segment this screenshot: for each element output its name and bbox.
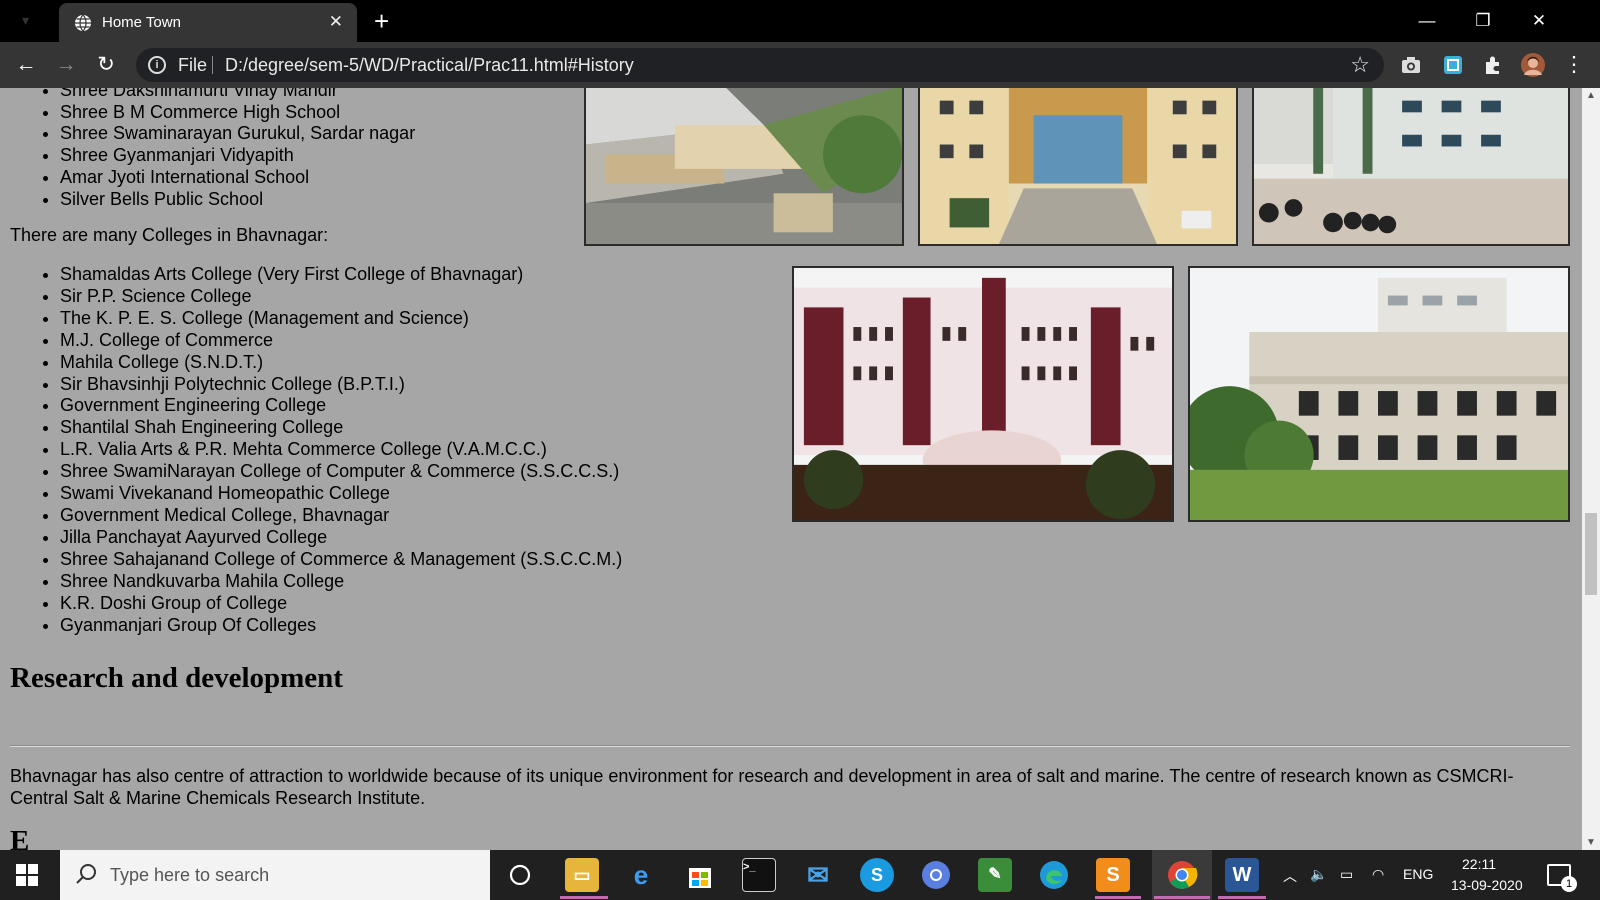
sublime-text-icon[interactable]: S	[1096, 858, 1130, 892]
research-heading: Research and development	[10, 662, 343, 694]
web-page: Shree Dakshinamurti Vinay Mandir Shree B…	[0, 88, 1582, 850]
list-item: Gyanmanjari Group Of Colleges	[60, 615, 622, 637]
list-item: The K. P. E. S. College (Management and …	[60, 308, 622, 330]
tab-home-town[interactable]: Home Town ✕	[59, 3, 357, 42]
list-item: Shree Swaminarayan Gurukul, Sardar nagar	[60, 123, 415, 145]
college-campus-photo	[1188, 266, 1570, 522]
schools-list: Shree Dakshinamurti Vinay Mandir Shree B…	[60, 88, 415, 210]
taskbar-search-input[interactable]: Type here to search	[60, 850, 490, 900]
active-indicator	[1154, 896, 1210, 899]
research-paragraph: Bhavnagar has also centre of attraction …	[10, 766, 1514, 808]
list-item: Shree SwamiNarayan College of Computer &…	[60, 461, 622, 483]
list-item: Shamaldas Arts College (Very First Colle…	[60, 264, 622, 286]
profile-avatar[interactable]	[1520, 52, 1546, 78]
list-item: L.R. Valia Arts & P.R. Mehta Commerce Co…	[60, 439, 622, 461]
list-item: Shree Sahajanand College of Commerce & M…	[60, 549, 622, 571]
edge-icon[interactable]	[1037, 858, 1071, 892]
volume-icon[interactable]: 🔈	[1310, 866, 1327, 883]
list-item: Swami Vivekanand Homeopathic College	[60, 483, 622, 505]
word-icon[interactable]: W	[1225, 858, 1259, 892]
list-item: Shree Gyanmanjari Vidyapith	[60, 145, 415, 167]
microsoft-store-icon[interactable]	[683, 858, 717, 892]
forward-button[interactable]: →	[52, 51, 80, 79]
tab-close-icon[interactable]: ✕	[329, 12, 343, 32]
scroll-up-arrow-icon[interactable]: ▲	[1586, 90, 1596, 101]
file-explorer-icon[interactable]: ▭	[565, 858, 599, 892]
list-item: Mahila College (S.N.D.T.)	[60, 352, 622, 374]
address-separator	[212, 56, 213, 74]
windows-taskbar: Type here to search ▭ e >_ ✉ S ✎ S W ︿ 🔈…	[0, 850, 1600, 900]
new-tab-button[interactable]: +	[374, 6, 389, 37]
list-item: Jilla Panchayat Aayurved College	[60, 527, 622, 549]
list-item: Shree Nandkuvarba Mahila College	[60, 571, 622, 593]
wifi-icon[interactable]: ◠	[1372, 866, 1384, 883]
active-indicator	[1218, 896, 1266, 899]
screenshot-extension-icon[interactable]	[1440, 52, 1466, 78]
list-item: Amar Jyoti International School	[60, 167, 415, 189]
browser-menu-icon[interactable]: ⋮	[1560, 51, 1588, 79]
building-entrance-photo	[918, 88, 1238, 246]
clock-time[interactable]: 22:11	[1462, 856, 1496, 872]
skype-icon[interactable]: S	[860, 858, 894, 892]
address-scheme-label: File	[178, 55, 208, 75]
list-item: Silver Bells Public School	[60, 189, 415, 211]
chrome-icon[interactable]	[1165, 858, 1199, 892]
extensions-puzzle-icon[interactable]	[1480, 52, 1506, 78]
list-item: K.R. Doshi Group of College	[60, 593, 622, 615]
college-building-photo	[792, 266, 1174, 522]
scrollbar-thumb[interactable]	[1585, 513, 1597, 595]
camera-extension-icon[interactable]	[1398, 52, 1424, 78]
scroll-down-arrow-icon[interactable]: ▼	[1586, 837, 1596, 848]
url-text[interactable]: D:/degree/sem-5/WD/Practical/Prac11.html…	[225, 55, 634, 76]
language-indicator[interactable]: ENG	[1403, 866, 1433, 882]
list-item: Sir P.P. Science College	[60, 286, 622, 308]
chromium-icon[interactable]	[919, 858, 953, 892]
bookmark-star-icon[interactable]: ☆	[1350, 52, 1370, 78]
campus-courtyard-photo	[1252, 88, 1570, 246]
command-prompt-icon[interactable]: >_	[742, 858, 776, 892]
reload-button[interactable]: ↻	[92, 51, 120, 79]
tab-search-icon[interactable]: ▾	[22, 12, 44, 30]
active-indicator	[1095, 896, 1141, 899]
globe-icon	[75, 14, 91, 32]
restore-button[interactable]: ❐	[1460, 6, 1506, 36]
horizontal-rule	[10, 745, 1570, 747]
list-item: Government Medical College, Bhavnagar	[60, 505, 622, 527]
colleges-list: Shamaldas Arts College (Very First Colle…	[60, 264, 622, 636]
cortana-icon[interactable]	[508, 863, 532, 887]
mail-icon[interactable]: ✉	[801, 858, 835, 892]
close-window-button[interactable]: ✕	[1516, 6, 1562, 36]
list-item: Government Engineering College	[60, 395, 622, 417]
list-item: M.J. College of Commerce	[60, 330, 622, 352]
internet-explorer-icon[interactable]: e	[624, 858, 658, 892]
clock-date[interactable]: 13-09-2020	[1451, 877, 1523, 893]
windows-start-icon[interactable]	[16, 864, 38, 886]
battery-icon[interactable]: ▭	[1340, 866, 1353, 883]
colleges-intro: There are many Colleges in Bhavnagar:	[10, 225, 329, 245]
search-icon	[76, 864, 96, 884]
list-item: Sir Bhavsinhji Polytechnic College (B.P.…	[60, 374, 622, 396]
school-aerial-photo	[584, 88, 904, 246]
action-center-icon[interactable]: 1	[1547, 864, 1577, 892]
show-hidden-icons-chevron-icon[interactable]: ︿	[1283, 866, 1297, 886]
tab-strip: ▾ Home Town ✕ + — ❐ ✕	[0, 0, 1600, 42]
search-placeholder: Type here to search	[110, 865, 270, 885]
next-section-heading-cropped: E	[10, 825, 450, 850]
notification-count-badge: 1	[1561, 876, 1577, 892]
info-icon[interactable]: i	[148, 56, 166, 74]
image-editor-icon[interactable]: ✎	[978, 858, 1012, 892]
tab-title: Home Town	[102, 14, 181, 31]
minimize-button[interactable]: —	[1404, 6, 1450, 36]
list-item: Shree B M Commerce High School	[60, 102, 415, 124]
list-item: Shree Dakshinamurti Vinay Mandir	[60, 88, 415, 102]
list-item: Shantilal Shah Engineering College	[60, 417, 622, 439]
back-button[interactable]: ←	[12, 51, 40, 79]
browser-toolbar: ← → ↻ i File D:/degree/sem-5/WD/Practica…	[0, 42, 1600, 88]
active-indicator	[560, 896, 608, 899]
address-bar[interactable]: i File D:/degree/sem-5/WD/Practical/Prac…	[136, 48, 1384, 82]
vertical-scrollbar[interactable]: ▲ ▼	[1582, 88, 1600, 850]
